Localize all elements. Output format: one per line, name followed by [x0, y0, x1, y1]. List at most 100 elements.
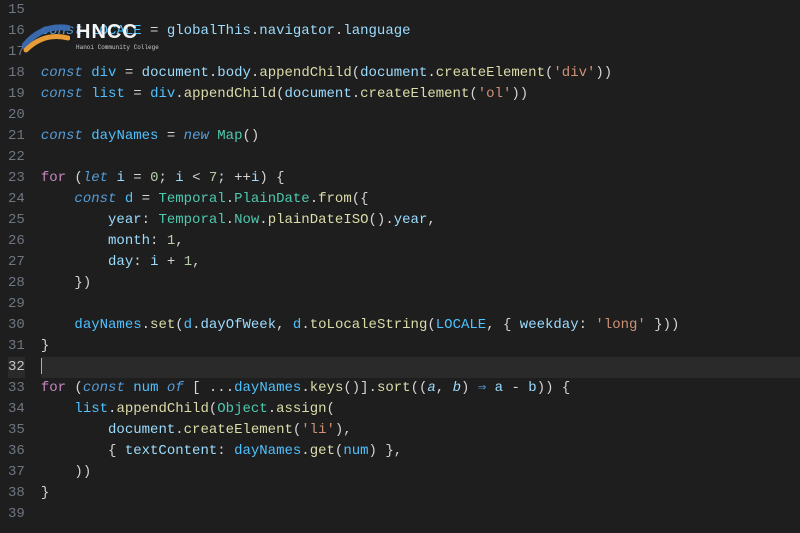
token-op: < [184, 170, 209, 186]
token-punct: ) }, [369, 443, 403, 459]
code-line[interactable]: const d = Temporal.PlainDate.from({ [41, 189, 800, 210]
token-punct: (). [369, 212, 394, 228]
token-punct: } [41, 338, 49, 354]
code-line[interactable]: dayNames.set(d.dayOfWeek, d.toLocaleStri… [41, 315, 800, 336]
code-line[interactable]: document.createElement('li'), [41, 420, 800, 441]
token-func: createElement [184, 422, 293, 438]
line-number-gutter: 1516171819202122232425262728293031323334… [0, 0, 37, 533]
token-kw-decl: const [41, 128, 91, 144]
token-punct: )) { [537, 380, 571, 396]
line-number: 31 [8, 336, 25, 357]
token-var: dayNames [74, 317, 141, 333]
token-kw-decl: ⇒ [478, 380, 486, 396]
token-punct: ( [469, 86, 477, 102]
token-var: num [343, 443, 368, 459]
code-editor[interactable]: 1516171819202122232425262728293031323334… [0, 0, 800, 533]
token-var: LOCALE [436, 317, 486, 333]
token-func: assign [276, 401, 326, 417]
token-op: = [158, 128, 183, 144]
code-line[interactable]: )) [41, 462, 800, 483]
token-var: d [125, 191, 133, 207]
token-punct: } [41, 485, 49, 501]
token-punct [41, 254, 108, 270]
code-area[interactable]: const LOCALE = globalThis.navigator.lang… [37, 0, 800, 533]
text-cursor [41, 358, 42, 374]
token-op: = [125, 170, 150, 186]
token-punct [41, 233, 108, 249]
line-number: 37 [8, 462, 25, 483]
code-line[interactable]: } [41, 483, 800, 504]
code-line[interactable]: const div = document.body.appendChild(do… [41, 63, 800, 84]
line-number: 29 [8, 294, 25, 315]
token-punct: ({ [352, 191, 369, 207]
code-line[interactable]: list.appendChild(Object.assign( [41, 399, 800, 420]
token-var: dayNames [234, 443, 301, 459]
token-op: = [125, 86, 150, 102]
token-ident: b [528, 380, 536, 396]
token-class: Map [217, 128, 242, 144]
token-prop: year [108, 212, 142, 228]
token-kw-decl: let [83, 170, 117, 186]
token-kw-ctrl: for [41, 170, 66, 186]
logo-swoosh-icon [22, 18, 70, 54]
token-punct: ; [158, 170, 175, 186]
code-line[interactable]: { textContent: dayNames.get(num) }, [41, 441, 800, 462]
token-op: = [116, 65, 141, 81]
token-punct: ()]. [343, 380, 377, 396]
token-var: div [91, 65, 116, 81]
token-punct: : [142, 212, 159, 228]
token-punct: ( [66, 380, 83, 396]
token-class: PlainDate [234, 191, 310, 207]
line-number: 39 [8, 504, 25, 525]
token-func: createElement [436, 65, 545, 81]
line-number: 28 [8, 273, 25, 294]
line-number: 27 [8, 252, 25, 273]
code-line[interactable]: for (let i = 0; i < 7; ++i) { [41, 168, 800, 189]
token-punct: : [217, 443, 234, 459]
line-number: 38 [8, 483, 25, 504]
line-number: 20 [8, 105, 25, 126]
token-punct: ( [209, 401, 217, 417]
token-punct: . [226, 212, 234, 228]
line-number: 34 [8, 399, 25, 420]
code-line[interactable] [41, 504, 800, 525]
token-punct: ( [175, 317, 183, 333]
code-line[interactable]: for (const num of [ ...dayNames.keys()].… [41, 378, 800, 399]
token-punct: , [436, 380, 453, 396]
token-punct: , [175, 233, 183, 249]
token-punct: . [301, 317, 309, 333]
code-line[interactable]: } [41, 336, 800, 357]
token-punct [41, 317, 75, 333]
code-line[interactable]: day: i + 1, [41, 252, 800, 273]
token-punct: . [142, 317, 150, 333]
code-line[interactable]: const dayNames = new Map() [41, 126, 800, 147]
line-number: 36 [8, 441, 25, 462]
code-line[interactable]: }) [41, 273, 800, 294]
token-punct: , [192, 254, 200, 270]
watermark-logo: HNCC Hanoi Community College [22, 18, 159, 54]
code-line[interactable]: const list = div.appendChild(document.cr… [41, 84, 800, 105]
token-punct: . [175, 422, 183, 438]
code-line[interactable] [41, 147, 800, 168]
code-line[interactable]: year: Temporal.Now.plainDateISO().year, [41, 210, 800, 231]
token-func: get [310, 443, 335, 459]
token-punct: }) [41, 275, 91, 291]
line-number: 32 [8, 357, 25, 378]
line-number: 23 [8, 168, 25, 189]
token-str: 'div' [553, 65, 595, 81]
token-punct: , [427, 212, 435, 228]
token-func: toLocaleString [310, 317, 428, 333]
line-number: 33 [8, 378, 25, 399]
code-line[interactable] [41, 105, 800, 126]
logo-subtitle: Hanoi Community College [76, 44, 159, 51]
code-line[interactable]: month: 1, [41, 231, 800, 252]
token-kw-decl: const [83, 380, 133, 396]
code-line[interactable] [41, 357, 800, 378]
token-prop: dayOfWeek [200, 317, 276, 333]
code-line[interactable] [41, 294, 800, 315]
token-str: 'long' [595, 317, 645, 333]
line-number: 35 [8, 420, 25, 441]
line-number: 18 [8, 63, 25, 84]
token-punct: ( [427, 317, 435, 333]
logo-text: HNCC [76, 22, 159, 42]
